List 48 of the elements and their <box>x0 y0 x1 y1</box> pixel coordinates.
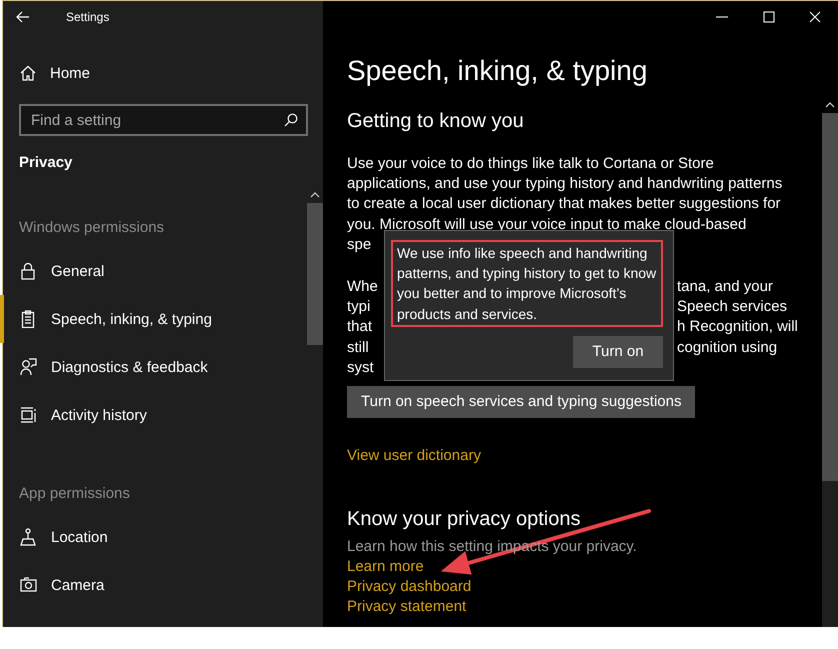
view-dictionary-link[interactable]: View user dictionary <box>347 446 481 466</box>
paragraph-fragment: cognition using <box>677 338 778 358</box>
maximize-icon[interactable] <box>763 11 775 23</box>
paragraph-fragment: syst <box>347 358 375 378</box>
group-heading: App permissions <box>19 484 131 504</box>
camera-icon <box>20 576 37 594</box>
search-field[interactable]: Find a setting <box>19 104 308 136</box>
paragraph-fragment: that <box>347 317 374 338</box>
page-title: Speech, inking, & typing <box>347 54 648 88</box>
window-title: Settings <box>66 10 110 24</box>
paragraph-line: applications, and use your typing history and handwriting patterns <box>347 174 782 194</box>
timeline-icon <box>20 406 37 424</box>
section-heading: Getting to know you <box>347 109 524 134</box>
privacy-link[interactable]: Privacy statement <box>347 596 466 617</box>
sidebar-item[interactable]: Activity history <box>0 391 305 439</box>
turn-on-button[interactable]: Turn on speech services and typing suggestions <box>347 386 696 418</box>
privacy-link[interactable]: Privacy dashboard <box>347 576 472 597</box>
paragraph-line: you. Microsoft will use your voice input to make cloud-based <box>347 214 746 235</box>
section-title: Privacy <box>19 153 74 173</box>
paragraph-fragment: h Recognition, will <box>677 317 798 338</box>
turn-on-button[interactable]: Turn on <box>573 336 663 368</box>
sidebar-item[interactable]: Location <box>0 513 305 561</box>
paragraph-fragment: Speech services <box>677 297 788 318</box>
pin-icon <box>20 528 37 546</box>
home-icon <box>20 65 36 81</box>
paragraph-fragment: still <box>347 338 370 358</box>
close-icon[interactable] <box>809 11 821 23</box>
search-icon <box>284 113 298 127</box>
home-nav-item[interactable]: Home <box>0 49 305 97</box>
sidebar-item[interactable]: Camera <box>0 561 305 609</box>
back-arrow-icon[interactable] <box>16 11 30 23</box>
sidebar-item[interactable]: General <box>0 247 305 295</box>
group-heading: Windows permissions <box>19 218 166 238</box>
privacy-link[interactable]: Learn more <box>347 556 424 577</box>
popup-message: We use info like speech and handwriting patterns, and typing history to get to know you better and to improve Microsoft’s products and services. <box>391 240 663 327</box>
lock-icon <box>20 262 37 280</box>
clipboard-icon <box>20 310 37 328</box>
paragraph-fragment: tana, and your <box>677 277 774 298</box>
section-heading: Know your privacy options <box>347 506 580 532</box>
paragraph-line: spe <box>347 234 372 255</box>
paragraph-fragment: typi <box>347 297 372 318</box>
scrollbar[interactable] <box>822 97 838 627</box>
sidebar-item[interactable]: Speech, inking, & typing <box>0 295 305 343</box>
person-icon <box>20 358 37 376</box>
paragraph-line: Use your voice to do things like talk to Cortana or Store <box>347 154 714 174</box>
sidebar-item[interactable]: Diagnostics & feedback <box>0 343 305 391</box>
paragraph-fragment: Whe <box>347 277 379 298</box>
paragraph-line: to create a local user dictionary that makes better suggestions for <box>347 194 781 214</box>
